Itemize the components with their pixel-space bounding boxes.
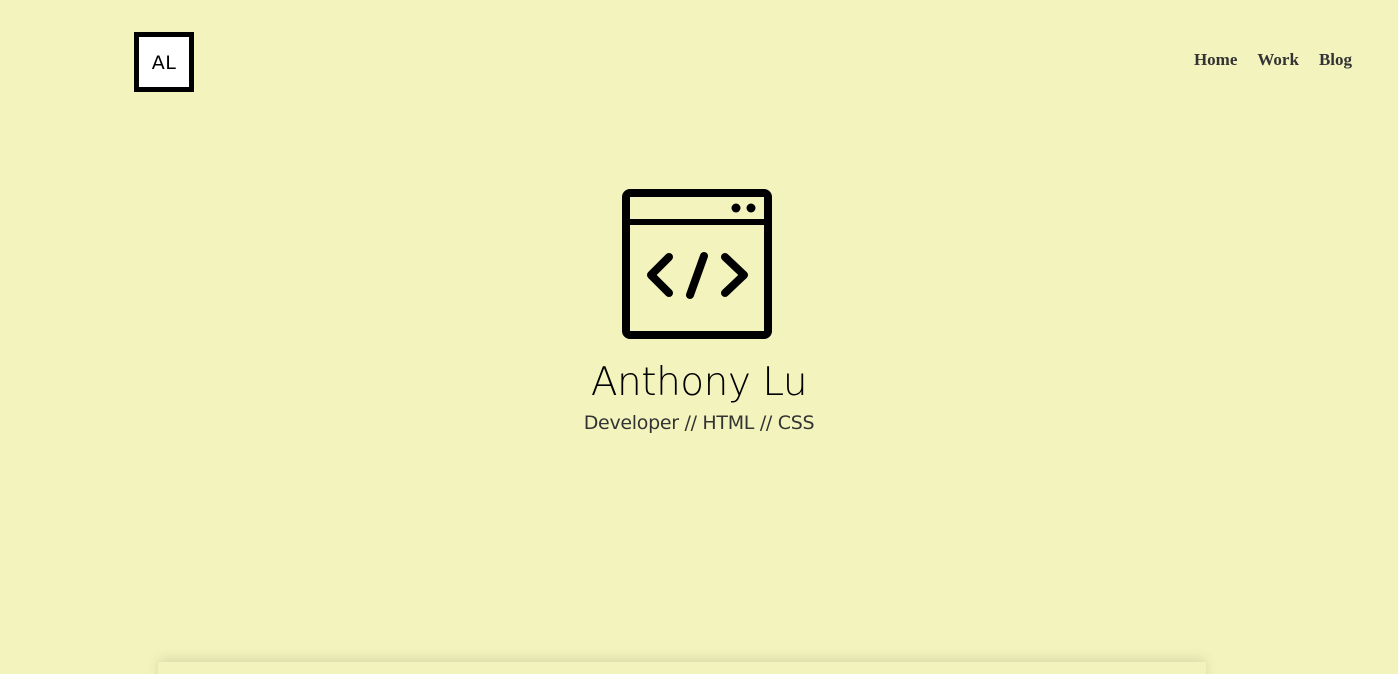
nav-home-link[interactable]: Home bbox=[1194, 49, 1237, 71]
content-card bbox=[158, 662, 1206, 674]
logo-text: AL bbox=[151, 52, 177, 74]
main-nav: Home Work Blog bbox=[1194, 49, 1352, 71]
nav-blog-link[interactable]: Blog bbox=[1319, 49, 1352, 71]
logo-link[interactable]: AL bbox=[134, 32, 194, 92]
hero-name: Anthony Lu bbox=[590, 360, 808, 405]
code-window-icon bbox=[622, 189, 772, 339]
nav-work-link[interactable]: Work bbox=[1257, 49, 1299, 71]
hero-tagline: Developer // HTML // CSS bbox=[583, 412, 815, 434]
